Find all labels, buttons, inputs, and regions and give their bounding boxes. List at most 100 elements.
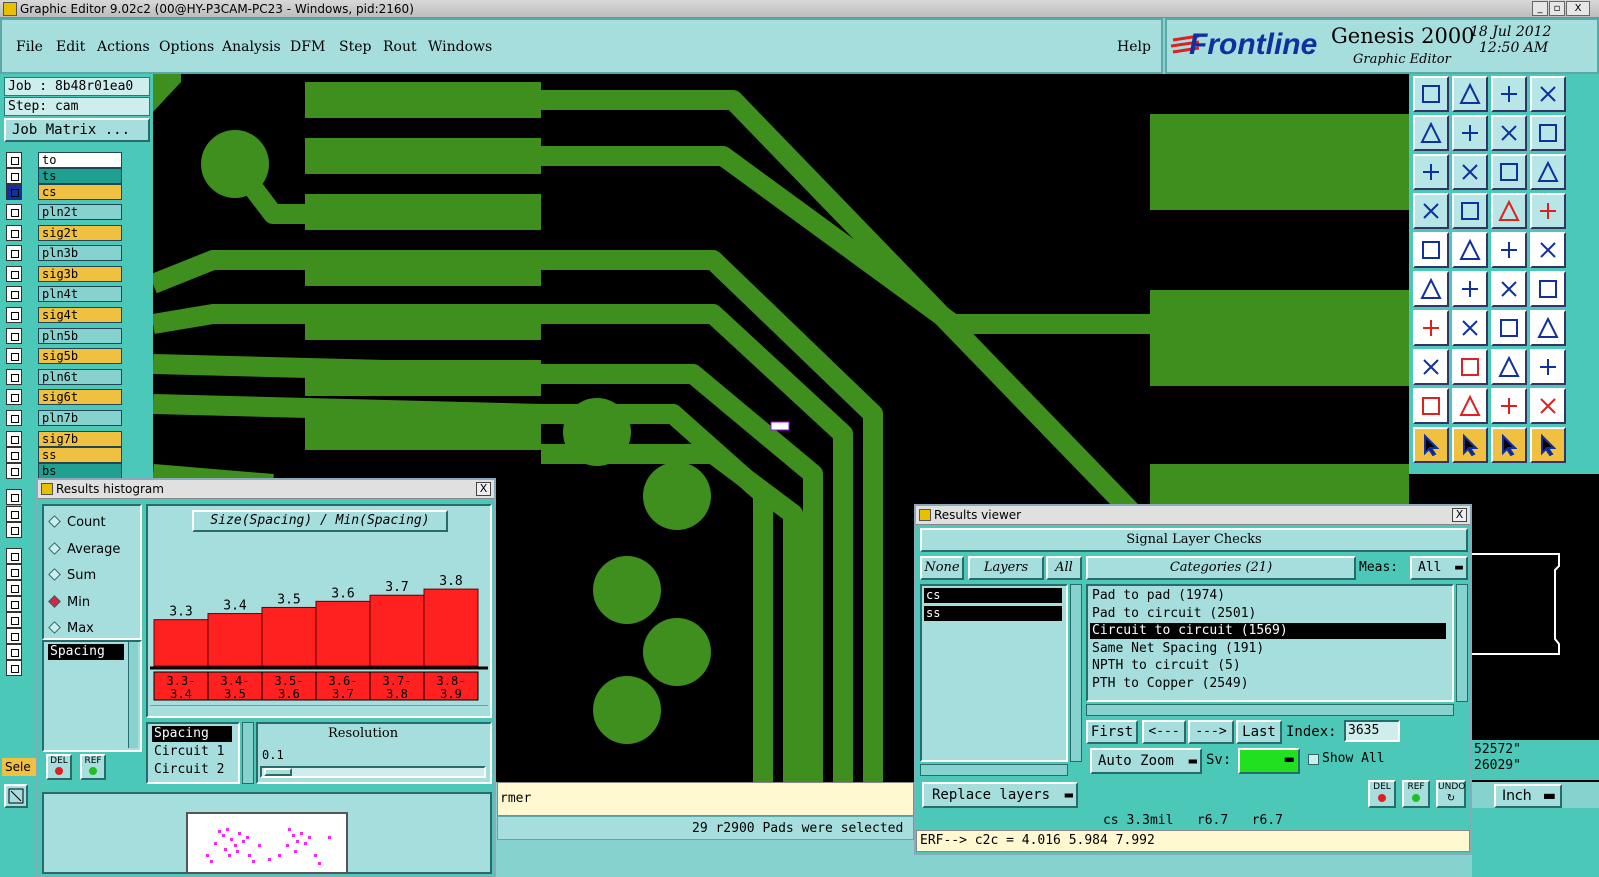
tool-line-button[interactable]: [1452, 310, 1488, 346]
field-item-circuit2[interactable]: Circuit 2: [154, 762, 224, 777]
layer-row-empty[interactable]: [6, 548, 24, 564]
layer-affected-checkbox[interactable]: [6, 447, 22, 463]
categories-header[interactable]: Categories (21): [1086, 556, 1356, 580]
layer-name[interactable]: pln4t: [38, 286, 122, 302]
layer-affected-checkbox[interactable]: [6, 184, 22, 200]
menu-windows[interactable]: Windows: [428, 39, 492, 55]
layer-affected-checkbox[interactable]: [6, 522, 22, 538]
tool-pan-right-button[interactable]: [1452, 115, 1488, 151]
tool-zoom-fit-button[interactable]: [1413, 154, 1449, 190]
layer-affected-checkbox[interactable]: [6, 660, 22, 676]
field-scrollbar[interactable]: [242, 722, 254, 784]
layer-name[interactable]: ss: [38, 447, 122, 463]
layer-row-sig7b[interactable]: sig7b: [6, 431, 122, 447]
meas-selector[interactable]: All ▬: [1410, 556, 1468, 580]
layer-row-empty[interactable]: [6, 628, 24, 644]
layer-row-empty[interactable]: [6, 660, 24, 676]
category-hscrollbar[interactable]: [1086, 704, 1454, 716]
menu-help[interactable]: Help: [1117, 39, 1151, 55]
histogram-close-button[interactable]: X: [476, 482, 491, 496]
layer-row-ts[interactable]: ts: [6, 168, 122, 184]
layer-row-empty[interactable]: [6, 564, 24, 580]
tool-pointer-area-button[interactable]: [1491, 427, 1527, 463]
layer-row-pln5b[interactable]: pln5b: [6, 328, 122, 344]
menu-actions[interactable]: Actions: [97, 39, 150, 55]
layers-all-button[interactable]: All: [1046, 556, 1082, 580]
tool-triangle-a-button[interactable]: [1413, 388, 1449, 424]
tool-point-button[interactable]: [1491, 271, 1527, 307]
resolution-slider[interactable]: [260, 766, 486, 778]
layer-affected-checkbox[interactable]: [6, 245, 22, 261]
mode-count-radio[interactable]: Count: [48, 511, 106, 530]
tool-open-button[interactable]: [1413, 76, 1449, 112]
tool-rotate-button[interactable]: [1491, 310, 1527, 346]
tool-point-alt-button[interactable]: [1530, 271, 1566, 307]
layer-row-sig6t[interactable]: sig6t: [6, 389, 122, 405]
mode-average-radio[interactable]: Average: [48, 538, 120, 557]
tool-pan-left-button[interactable]: [1413, 115, 1449, 151]
res-ref-button[interactable]: REF: [1402, 780, 1430, 808]
hist-del-button[interactable]: DEL: [46, 754, 72, 780]
layer-row-pln3b[interactable]: pln3b: [6, 245, 122, 261]
menu-analysis[interactable]: Analysis: [222, 39, 281, 55]
layer-row-to[interactable]: to: [6, 152, 122, 168]
menu-file[interactable]: File: [16, 39, 43, 55]
auto-zoom-selector[interactable]: Auto Zoom ▬: [1090, 748, 1202, 774]
category-scrollbar[interactable]: [1456, 584, 1468, 702]
job-matrix-button[interactable]: Job Matrix ...: [4, 118, 150, 142]
menu-edit[interactable]: Edit: [56, 39, 85, 55]
hist-ref-button[interactable]: REF: [80, 754, 106, 780]
tool-home-button[interactable]: [1491, 76, 1527, 112]
tool-pad-button[interactable]: [1413, 232, 1449, 268]
layer-row-ss[interactable]: ss: [6, 447, 122, 463]
res-undo-button[interactable]: UNDO ↻: [1436, 780, 1466, 808]
tool-angle-button[interactable]: [1413, 310, 1449, 346]
metric-scrollbar[interactable]: [128, 642, 138, 748]
tool-pointer-select-button[interactable]: [1452, 427, 1488, 463]
layer-affected-checkbox[interactable]: [6, 168, 22, 184]
layer-affected-checkbox[interactable]: [6, 328, 22, 344]
layer-affected-checkbox[interactable]: [6, 348, 22, 364]
menu-dfm[interactable]: DFM: [290, 39, 325, 55]
layer-row-empty[interactable]: [6, 580, 24, 596]
tool-zoom-home-button[interactable]: [1452, 154, 1488, 190]
layer-row-pln2t[interactable]: pln2t: [6, 204, 122, 220]
tool-ruler-button[interactable]: [1413, 193, 1449, 229]
layer-row-empty[interactable]: [6, 596, 24, 612]
histogram-bar[interactable]: [207, 613, 263, 667]
layer-affected-checkbox[interactable]: [6, 489, 22, 505]
tool-copy-button[interactable]: [1530, 349, 1566, 385]
layer-name[interactable]: sig7b: [38, 431, 122, 447]
layer-item-cs[interactable]: cs: [924, 588, 1062, 603]
layer-name[interactable]: to: [38, 152, 122, 168]
layer-affected-checkbox[interactable]: [6, 389, 22, 405]
tool-net-red-button[interactable]: [1491, 193, 1527, 229]
layer-scrollbar[interactable]: [1070, 584, 1082, 762]
layer-affected-checkbox[interactable]: [6, 266, 22, 282]
layer-row-pln7b[interactable]: pln7b: [6, 410, 122, 426]
layer-affected-checkbox[interactable]: [6, 644, 22, 660]
sv-color-selector[interactable]: ▬: [1238, 748, 1300, 774]
layer-row-pln4t[interactable]: pln4t: [6, 286, 122, 302]
category-item[interactable]: NPTH to circuit (5): [1090, 658, 1446, 674]
layer-row-sig3b[interactable]: sig3b: [6, 266, 122, 282]
mode-sum-radio[interactable]: Sum: [48, 564, 96, 583]
layer-name[interactable]: sig2t: [38, 225, 122, 241]
layer-affected-checkbox[interactable]: [6, 204, 22, 220]
layer-row-empty[interactable]: [6, 489, 24, 505]
layer-hscrollbar[interactable]: [920, 764, 1068, 776]
tool-help-button[interactable]: [1530, 154, 1566, 190]
layer-row-empty[interactable]: [6, 506, 24, 522]
layer-name[interactable]: sig3b: [38, 266, 122, 282]
layer-name[interactable]: pln5b: [38, 328, 122, 344]
layer-affected-checkbox[interactable]: [6, 225, 22, 241]
tool-triangle-d-button[interactable]: [1530, 388, 1566, 424]
close-button[interactable]: X: [1566, 1, 1590, 16]
layer-affected-checkbox[interactable]: [6, 286, 22, 302]
tool-scale-1-2-button[interactable]: [1491, 154, 1527, 190]
tool-measure-bar-button[interactable]: [1491, 232, 1527, 268]
layer-name[interactable]: pln6t: [38, 369, 122, 385]
layer-row-pln6t[interactable]: pln6t: [6, 369, 122, 385]
menu-rout[interactable]: Rout: [383, 39, 417, 55]
show-all-checkbox[interactable]: [1308, 754, 1319, 765]
